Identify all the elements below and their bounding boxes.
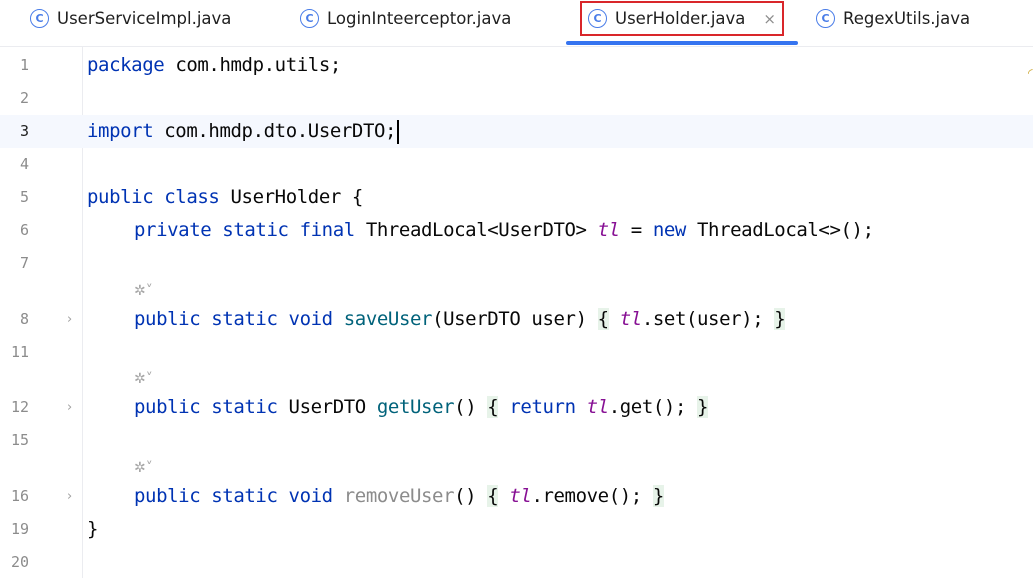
ai-assistant-icon[interactable]: ✲˅ bbox=[134, 281, 153, 301]
tab-label: UserHolder.java bbox=[615, 9, 746, 28]
fold-chevron-icon[interactable]: › bbox=[67, 303, 72, 336]
keyword: public class bbox=[87, 186, 220, 208]
code-line[interactable]: 1 package com.hmdp.utils; bbox=[0, 49, 1033, 82]
line-number: 12 bbox=[10, 398, 29, 416]
line-number: 20 bbox=[10, 553, 29, 571]
code-line[interactable]: 12 › public static UserDTO getUser() { r… bbox=[0, 391, 1033, 424]
code-text[interactable]: } bbox=[87, 513, 98, 546]
line-number: 11 bbox=[10, 343, 29, 361]
ai-assistant-icon[interactable]: ✲˅ bbox=[134, 458, 153, 478]
fold-chevron-icon[interactable]: › bbox=[67, 480, 72, 513]
keyword: import bbox=[87, 120, 154, 142]
code-line[interactable]: 6 private static final ThreadLocal<UserD… bbox=[0, 214, 1033, 247]
code-rest: com.hmdp.utils; bbox=[164, 54, 341, 76]
folded-brace[interactable]: } bbox=[652, 485, 664, 507]
text-caret bbox=[397, 119, 400, 144]
code-line[interactable]: 7 bbox=[0, 247, 1033, 280]
field-name: tl bbox=[586, 396, 609, 418]
field-name: tl bbox=[619, 308, 642, 330]
line-number: 15 bbox=[10, 431, 29, 449]
line-number: 7 bbox=[19, 254, 29, 272]
code-line-current[interactable]: 3 import com.hmdp.dto.UserDTO; bbox=[0, 115, 1033, 148]
code-rest: .remove(); bbox=[531, 485, 653, 507]
keyword: public static void bbox=[134, 485, 333, 507]
code-line[interactable]: 16 › public static void removeUser() { t… bbox=[0, 480, 1033, 513]
params: (UserDTO user) bbox=[432, 308, 587, 330]
method-name: removeUser bbox=[343, 485, 455, 507]
tab-userserviceimpl[interactable]: C UserServiceImpl.java bbox=[30, 0, 231, 37]
params: () bbox=[454, 396, 477, 418]
folded-brace[interactable]: } bbox=[774, 308, 786, 330]
tab-label: UserServiceImpl.java bbox=[57, 9, 232, 28]
tab-label: RegexUtils.java bbox=[843, 9, 971, 28]
ai-assistant-icon[interactable]: ✲˅ bbox=[134, 369, 153, 389]
code-line[interactable]: 11 bbox=[0, 336, 1033, 369]
close-icon[interactable]: × bbox=[763, 10, 776, 28]
operator: = bbox=[619, 219, 653, 241]
line-number: 2 bbox=[19, 89, 29, 107]
code-rest: UserHolder { bbox=[219, 186, 364, 208]
line-number: 4 bbox=[19, 155, 29, 173]
folded-brace[interactable]: { bbox=[487, 485, 499, 507]
code-line[interactable]: 19 } bbox=[0, 513, 1033, 546]
line-number: 16 bbox=[10, 487, 29, 505]
code-text[interactable]: public static void saveUser(UserDTO user… bbox=[134, 303, 786, 336]
code-line[interactable]: 4 bbox=[0, 148, 1033, 181]
method-name: saveUser bbox=[343, 308, 433, 330]
line-number: 1 bbox=[19, 56, 29, 74]
keyword: new bbox=[652, 219, 687, 241]
code-line[interactable]: 8 › public static void saveUser(UserDTO … bbox=[0, 303, 1033, 336]
tab-regexutils[interactable]: C RegexUtils.java bbox=[816, 0, 970, 37]
code-text[interactable]: package com.hmdp.utils; bbox=[87, 49, 341, 82]
code-text[interactable]: import com.hmdp.dto.UserDTO; bbox=[87, 115, 400, 148]
editor-tab-bar: C UserServiceImpl.java C LoginInteercept… bbox=[0, 0, 1033, 47]
class-icon: C bbox=[816, 9, 835, 28]
keyword: package bbox=[87, 54, 165, 76]
folded-brace[interactable]: { bbox=[597, 308, 609, 330]
folded-brace[interactable]: } bbox=[697, 396, 708, 418]
type-name: UserDTO bbox=[277, 396, 377, 418]
code-rest: .set(user); bbox=[641, 308, 775, 330]
tab-userholder[interactable]: C UserHolder.java × bbox=[580, 1, 784, 36]
code-rest: ThreadLocal<>(); bbox=[685, 219, 874, 241]
line-number: 19 bbox=[10, 520, 29, 538]
class-icon: C bbox=[30, 9, 49, 28]
line-number: 3 bbox=[19, 122, 29, 140]
code-line[interactable]: 5 public class UserHolder { bbox=[0, 181, 1033, 214]
params: () bbox=[454, 485, 477, 507]
tab-logininteerceptor[interactable]: C LoginInteerceptor.java bbox=[300, 0, 511, 37]
field-name: tl bbox=[509, 485, 532, 507]
line-number: 6 bbox=[19, 221, 29, 239]
fold-chevron-icon[interactable]: › bbox=[67, 391, 72, 424]
line-number: 5 bbox=[19, 188, 29, 206]
code-rest: com.hmdp.dto.UserDTO; bbox=[153, 120, 397, 142]
keyword: return bbox=[509, 396, 576, 418]
line-number: 8 bbox=[19, 310, 29, 328]
code-text[interactable]: private static final ThreadLocal<UserDTO… bbox=[134, 214, 874, 247]
code-line[interactable]: 2 bbox=[0, 82, 1033, 115]
active-tab-indicator bbox=[566, 41, 798, 45]
keyword: public static bbox=[134, 396, 278, 418]
code-text[interactable]: public class UserHolder { bbox=[87, 181, 363, 214]
tab-label: LoginInteerceptor.java bbox=[327, 9, 512, 28]
code-text[interactable]: public static void removeUser() { tl.rem… bbox=[134, 480, 664, 513]
field-name: tl bbox=[597, 219, 620, 241]
code-rest: .get(); bbox=[608, 396, 698, 418]
type-name: ThreadLocal<UserDTO> bbox=[354, 219, 598, 241]
code-line[interactable]: 20 bbox=[0, 546, 1033, 579]
keyword: public static void bbox=[134, 308, 333, 330]
method-name: getUser bbox=[376, 396, 455, 418]
keyword: private static final bbox=[134, 219, 355, 241]
class-icon: C bbox=[300, 9, 319, 28]
code-text[interactable]: public static UserDTO getUser() { return… bbox=[134, 391, 708, 424]
code-line[interactable]: 15 bbox=[0, 424, 1033, 457]
folded-brace[interactable]: { bbox=[487, 396, 499, 418]
class-icon: C bbox=[588, 9, 607, 28]
